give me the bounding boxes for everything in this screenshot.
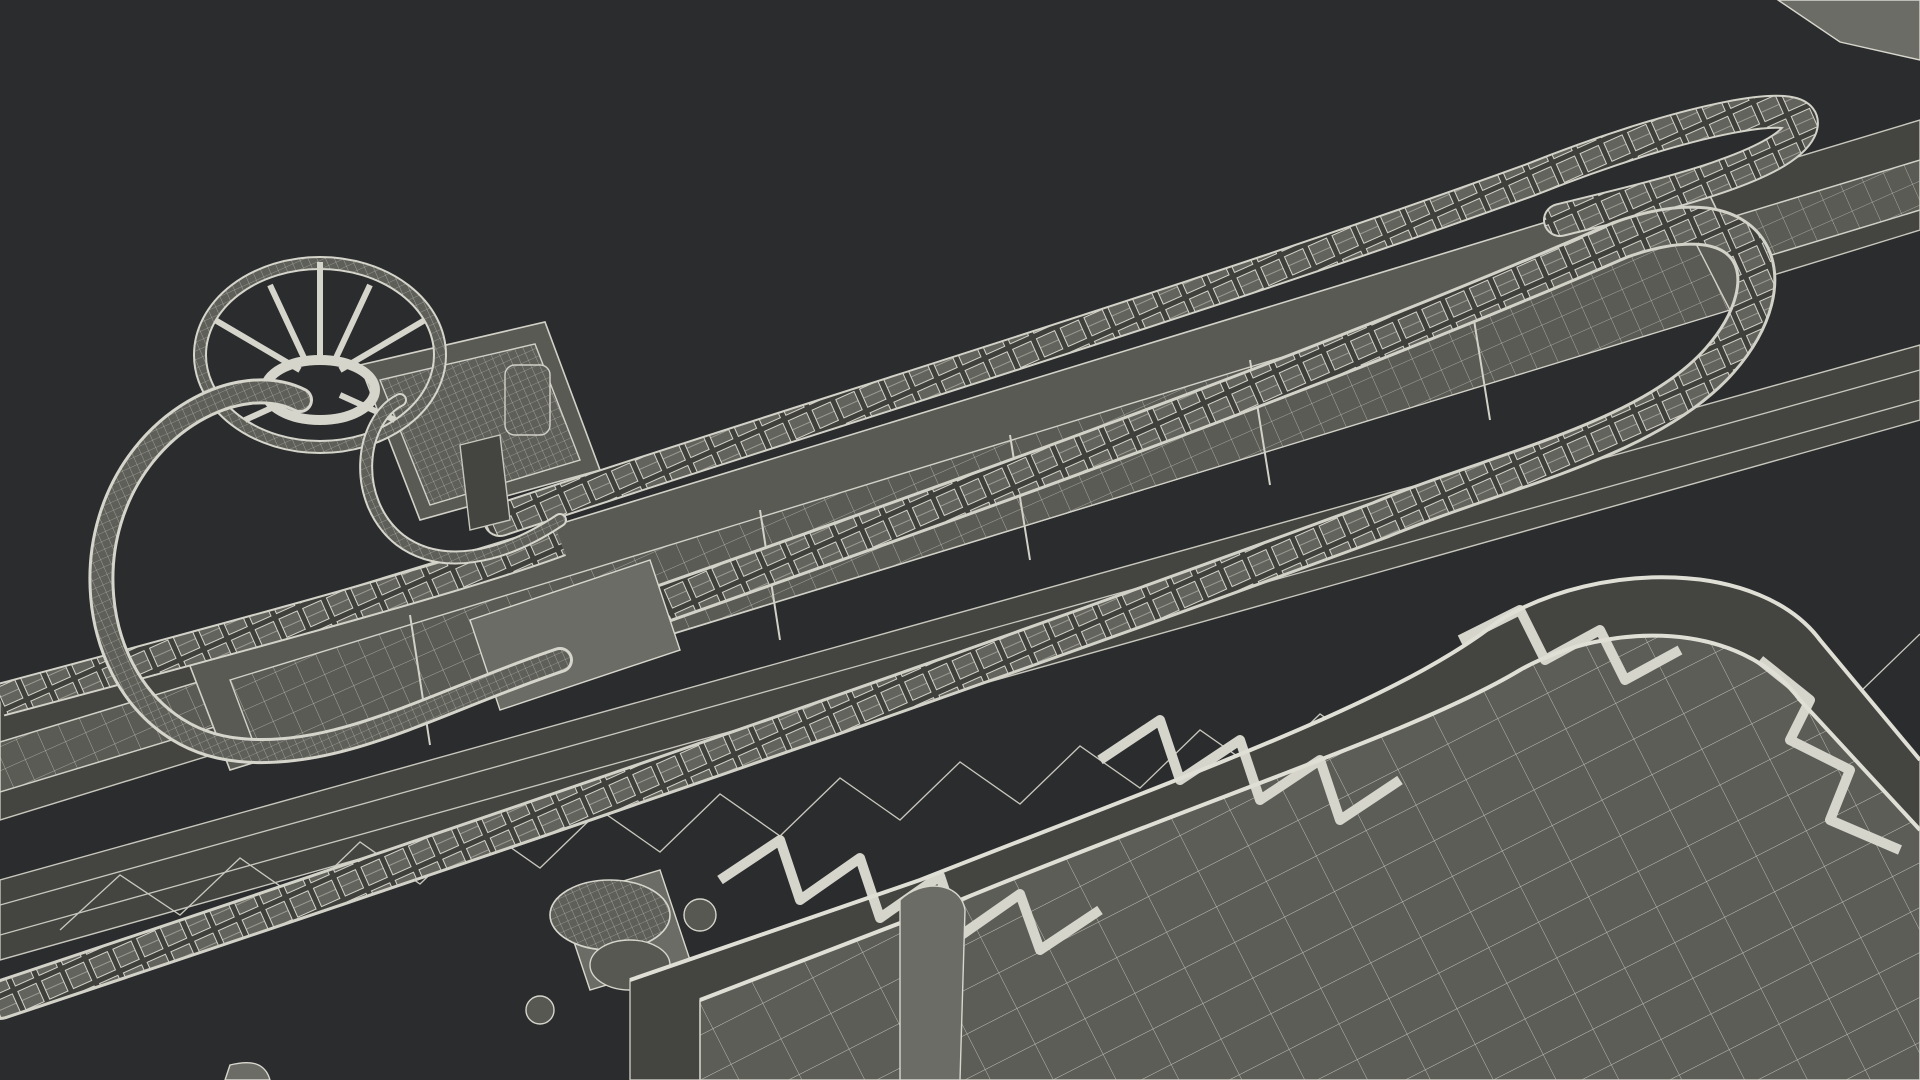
wireframe-render-scene xyxy=(0,0,1920,1080)
